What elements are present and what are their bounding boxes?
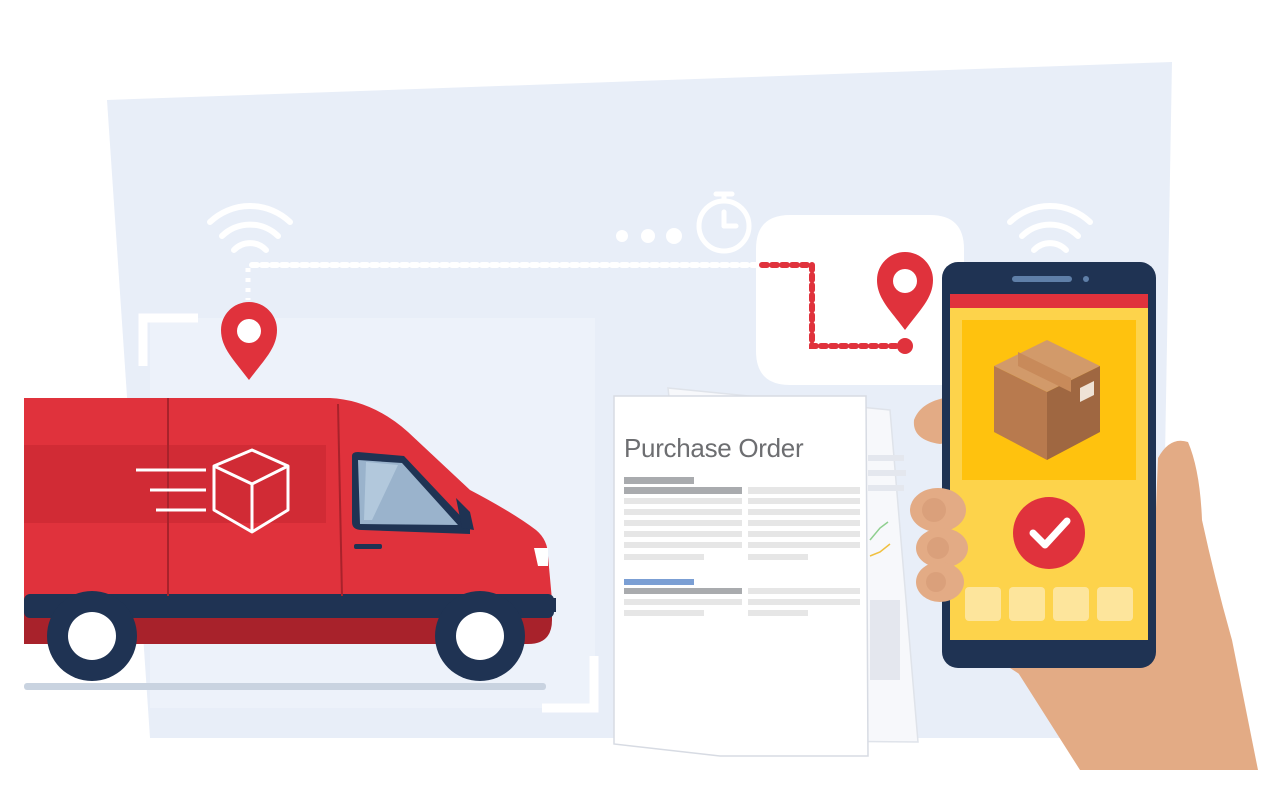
delivery-tracking-illustration bbox=[24, 62, 1258, 770]
van-wheel-rear bbox=[47, 591, 137, 681]
road-line bbox=[24, 683, 546, 690]
purchase-order-title: Purchase Order bbox=[624, 433, 804, 463]
van-wheel-front bbox=[435, 591, 525, 681]
destination-dot bbox=[897, 338, 913, 354]
checkmark-icon bbox=[1013, 497, 1085, 569]
